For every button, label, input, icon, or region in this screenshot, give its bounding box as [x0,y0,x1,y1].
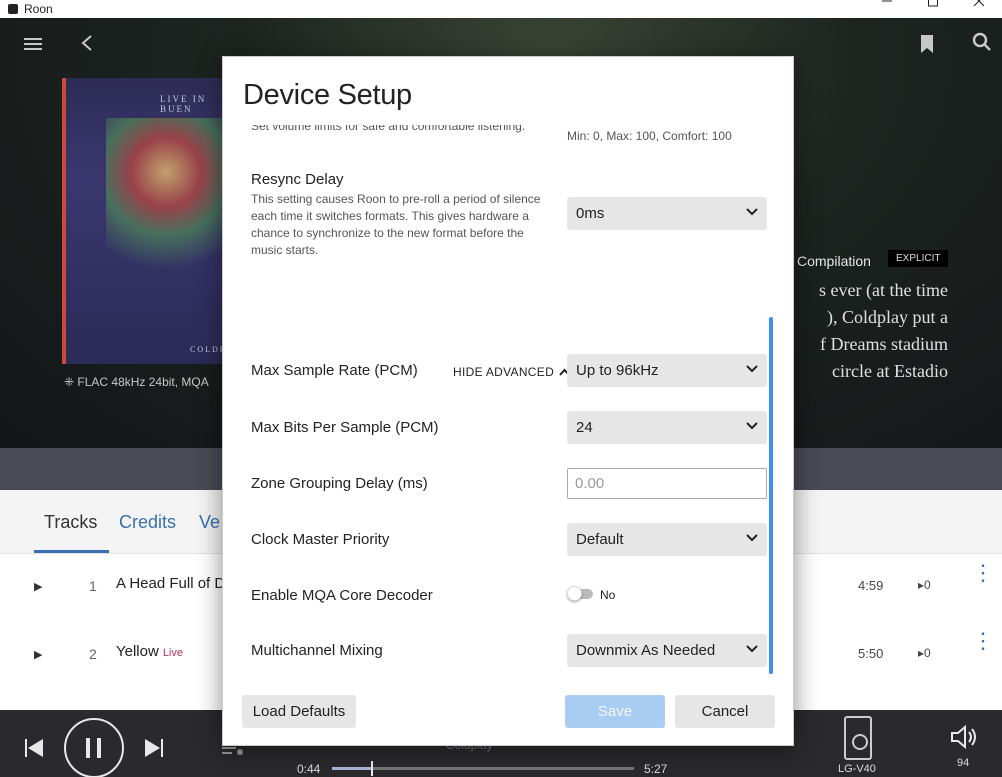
search-icon[interactable] [972,32,992,58]
zone-grouping-delay-input[interactable]: 0.00 [567,468,767,499]
mqa-decoder-label: Enable MQA Core Decoder [251,587,433,604]
load-defaults-button[interactable]: Load Defaults [242,695,356,728]
zone-grouping-delay-label: Zone Grouping Delay (ms) [251,475,428,492]
active-tab-indicator [34,550,109,553]
resync-delay-description: This setting causes Roon to pre-roll a p… [251,192,541,257]
volume-icon[interactable] [950,724,980,755]
mqa-decoder-value: No [600,588,616,602]
dialog-title: Device Setup [243,79,412,111]
window-controls [864,0,1002,18]
minimize-icon [882,0,892,2]
maximize-button[interactable] [910,0,956,18]
close-icon [974,0,984,7]
signal-format[interactable]: ⁜ FLAC 48kHz 24bit, MQA [64,375,209,389]
format-text: FLAC 48kHz 24bit, MQA [77,375,209,389]
track-number: 1 [89,578,97,594]
maximize-icon [928,0,938,7]
volume-limits-description: Set volume limits for safe and comfortab… [251,125,526,133]
save-button[interactable]: Save [565,695,665,728]
track-duration: 5:50 [858,646,884,661]
hamburger-menu-icon[interactable] [24,32,42,58]
album-tag-compilation[interactable]: Compilation [797,253,871,269]
explicit-badge: EXPLICIT [888,250,949,267]
bookmark-icon[interactable] [920,34,934,60]
album-art-illustration [106,118,226,298]
minimize-button[interactable] [864,0,910,18]
speaker-device-icon[interactable] [844,716,872,760]
dialog-scroll-area[interactable]: Set volume limits for safe and comfortab… [223,125,795,679]
mqa-decoder-toggle[interactable] [567,584,597,604]
review-text-line: f Dreams stadium [820,334,948,354]
chevron-down-icon [746,422,758,430]
track-duration: 4:59 [858,578,884,593]
tab-versions[interactable]: Ve [199,512,220,533]
album-art-top-text: LIVE IN BUEN [160,94,207,114]
max-sample-rate-label: Max Sample Rate (PCM) [251,362,418,379]
max-sample-rate-select[interactable]: Up to 96kHz [567,354,767,387]
next-track-icon[interactable] [144,738,164,763]
play-count-value: 0 [924,578,931,592]
pause-icon [86,738,101,758]
chevron-down-icon [746,208,758,216]
track-more-icon[interactable]: ⋮ [972,562,994,584]
back-arrow-icon[interactable] [80,32,94,58]
resync-delay-value: 0ms [576,205,605,222]
chevron-down-icon [746,645,758,653]
signal-path-icon: ⁜ [64,375,78,389]
review-text-line: s ever (at the time [819,280,948,300]
clock-master-priority-value: Default [576,531,624,548]
live-badge: Live [162,647,183,659]
volume-level: 94 [957,757,970,769]
pause-button[interactable] [64,718,124,777]
roon-app-icon [8,4,18,14]
resync-delay-select[interactable]: 0ms [567,197,767,230]
hide-advanced-label: HIDE ADVANCED [453,365,555,379]
track-title-text: Yellow [116,643,159,660]
clock-master-priority-label: Clock Master Priority [251,531,390,548]
review-text-line: ), Coldplay put a [827,307,948,327]
close-button[interactable] [956,0,1002,18]
cancel-button[interactable]: Cancel [675,695,775,728]
clock-master-priority-select[interactable]: Default [567,523,767,556]
hide-advanced-toggle[interactable]: HIDE ADVANCED [453,365,570,379]
elapsed-time: 0:44 [297,762,321,776]
track-title-text: A Head Full of D [116,575,226,592]
toggle-knob [567,586,582,601]
multichannel-mixing-value: Downmix As Needed [576,642,716,659]
max-sample-rate-value: Up to 96kHz [576,362,659,379]
track-more-icon[interactable]: ⋮ [972,630,994,652]
play-track-icon[interactable]: ▶ [34,580,42,593]
multichannel-mixing-label: Multichannel Mixing [251,642,383,659]
max-bits-value: 24 [576,419,593,436]
play-count-value: 0 [924,646,931,660]
seek-bar-knob[interactable] [371,761,374,776]
review-text-line: circle at Estadio [832,361,948,381]
zone-grouping-delay-placeholder: 0.00 [575,475,605,492]
tab-tracks[interactable]: Tracks [44,512,97,533]
seek-bar-fill [332,767,372,770]
album-art[interactable]: LIVE IN BUEN COLDPL [62,78,231,364]
max-bits-select[interactable]: 24 [567,411,767,444]
track-number: 2 [89,646,97,662]
track-play-count: ▸0 [918,646,931,660]
track-title[interactable]: Yellow Live [116,643,183,660]
device-setup-dialog: Device Setup Set volume limits for safe … [222,56,794,746]
window-titlebar: Roon [0,0,1002,18]
track-play-count: ▸0 [918,578,931,592]
chevron-down-icon [746,365,758,373]
window-title: Roon [24,2,53,16]
zone-device-name[interactable]: LG-V40 [838,763,876,775]
max-bits-label: Max Bits Per Sample (PCM) [251,419,439,436]
volume-limits-value[interactable]: Min: 0, Max: 100, Comfort: 100 [567,129,732,143]
chevron-down-icon [746,534,758,542]
previous-track-icon[interactable] [24,738,44,763]
resync-delay-label: Resync Delay [251,171,344,188]
tab-credits[interactable]: Credits [119,512,176,533]
play-track-icon[interactable]: ▶ [34,648,42,661]
total-time: 5:27 [644,762,668,776]
multichannel-mixing-select[interactable]: Downmix As Needed [567,634,767,667]
track-title[interactable]: A Head Full of D [116,575,225,592]
dialog-scrollbar[interactable] [769,317,773,674]
seek-bar[interactable] [332,761,634,776]
